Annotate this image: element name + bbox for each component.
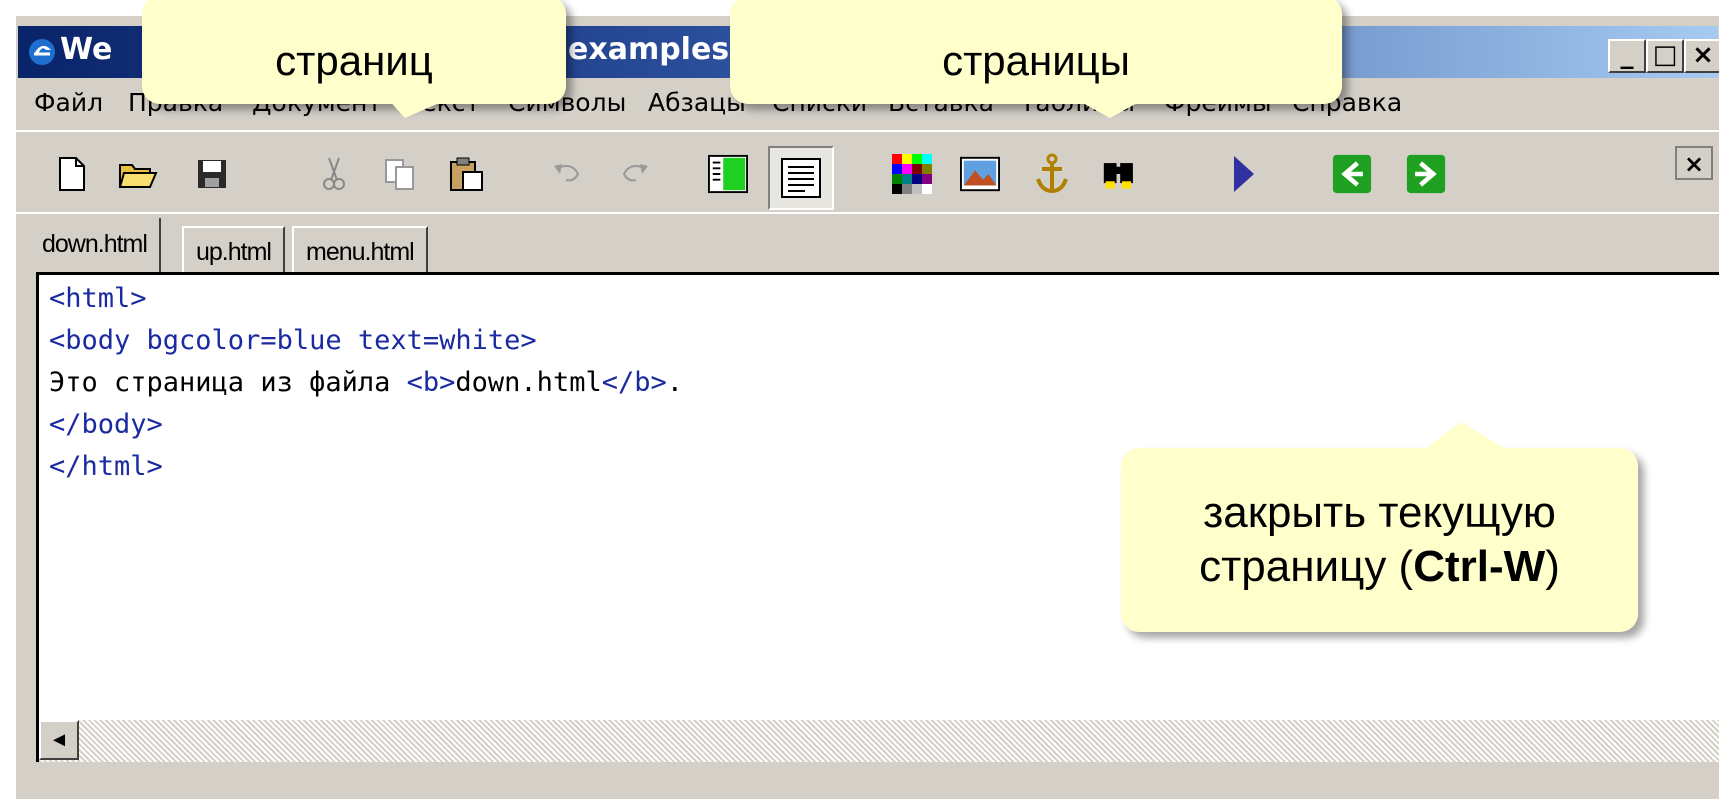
scroll-left-button[interactable]: ◄: [39, 720, 79, 760]
copy-icon[interactable]: [380, 154, 420, 194]
code-line-1: <html>: [49, 283, 147, 314]
cut-icon[interactable]: [314, 154, 354, 194]
open-folder-icon[interactable]: [118, 154, 158, 194]
anchor-icon[interactable]: [1032, 153, 1072, 194]
callout-tail: [1070, 96, 1150, 118]
callout-pages-tabs: страниц: [142, 0, 566, 118]
run-icon[interactable]: [1224, 154, 1264, 194]
window-title-right: examples: [568, 32, 730, 67]
callout-text: страницы: [942, 37, 1130, 84]
code-tag: </b>: [601, 367, 667, 398]
tab-menu-html[interactable]: menu.html: [292, 226, 428, 274]
code-line-2: <body bgcolor=blue text=white>: [49, 325, 537, 356]
back-arrow-icon[interactable]: [1332, 154, 1372, 194]
redo-icon[interactable]: [614, 154, 654, 194]
code-tag: <html>: [49, 283, 147, 314]
callout-close-page: закрыть текущую страницу (Ctrl-W): [1121, 422, 1638, 632]
callout-text: ): [1545, 542, 1560, 591]
color-palette-icon[interactable]: [892, 154, 932, 194]
code-text: .: [666, 367, 684, 398]
paste-icon[interactable]: [446, 154, 486, 194]
code-line-5: </html>: [49, 451, 163, 482]
callout-page: страницы: [730, 0, 1342, 118]
find-icon[interactable]: [1102, 154, 1142, 194]
forward-arrow-icon[interactable]: [1406, 154, 1446, 194]
code-line-3: Это страница из файла <b>down.html</b>.: [49, 367, 683, 398]
code-tag: </html>: [49, 451, 163, 482]
close-document-button[interactable]: ×: [1675, 146, 1713, 180]
save-icon[interactable]: [192, 154, 232, 194]
tab-down-html[interactable]: down.html: [30, 218, 161, 274]
maximize-button[interactable]: □: [1646, 39, 1684, 73]
callout-text: страницу (: [1199, 542, 1414, 591]
window-title-left: We: [60, 32, 113, 67]
code-tag: <b>: [406, 367, 456, 398]
menu-file[interactable]: Файл: [34, 88, 103, 117]
code-tag: <body bgcolor=blue text=white>: [49, 325, 537, 356]
code-text: Это страница из файла: [49, 367, 407, 398]
code-line-4: </body>: [49, 409, 163, 440]
callout-tail: [1421, 422, 1511, 452]
minimize-button[interactable]: _: [1608, 39, 1646, 73]
callout-line-1: закрыть текущую: [1203, 488, 1556, 537]
shortcut-text: Ctrl-W: [1413, 542, 1546, 591]
callout-text: страниц: [275, 37, 433, 84]
tab-up-html[interactable]: up.html: [182, 226, 285, 274]
toolbar: ×: [16, 130, 1719, 216]
code-text: down.html: [455, 367, 602, 398]
text-view-icon[interactable]: [768, 146, 834, 210]
document-tabs: down.html up.html menu.html: [16, 212, 1719, 274]
callout-line-2: страницу (Ctrl-W): [1121, 540, 1638, 594]
new-file-icon[interactable]: [52, 154, 92, 194]
callout-tail: [374, 96, 456, 118]
horizontal-scrollbar[interactable]: ◄: [36, 720, 1719, 762]
code-tag: </body>: [49, 409, 163, 440]
app-window: We examples _ □ × Файл Правка Документ Т…: [14, 0, 1719, 799]
undo-icon[interactable]: [548, 154, 588, 194]
frame-view-icon[interactable]: [708, 154, 748, 194]
image-icon[interactable]: [960, 154, 1000, 194]
close-window-button[interactable]: ×: [1684, 39, 1719, 73]
app-icon: [29, 39, 55, 65]
